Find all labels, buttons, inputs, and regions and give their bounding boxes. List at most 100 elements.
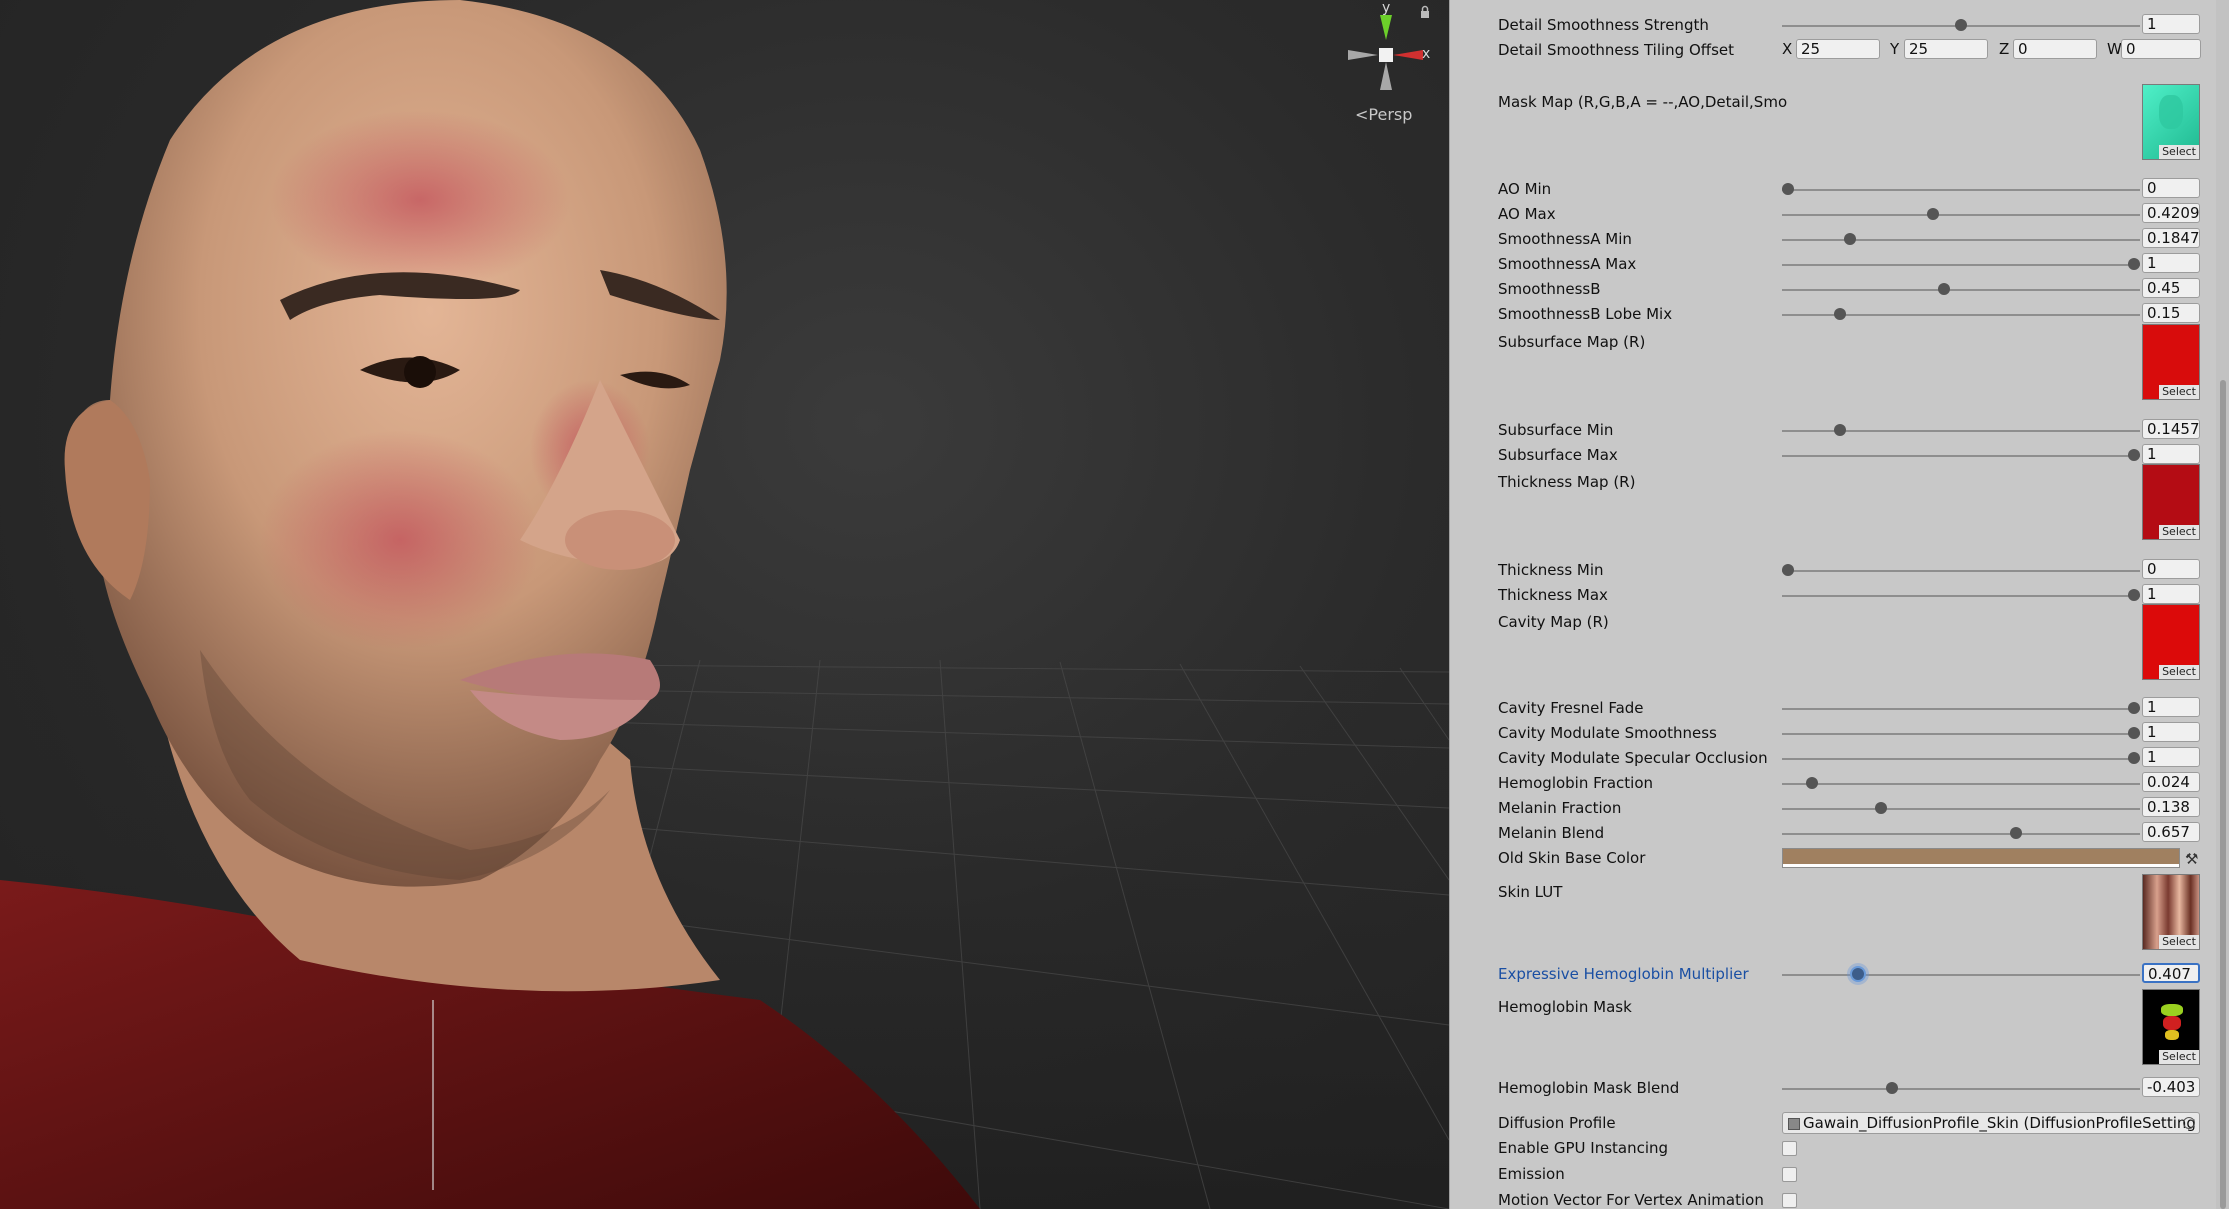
melanin-blend-slider-track[interactable] (1782, 833, 2140, 835)
tiling-w-field[interactable]: 0 (2121, 39, 2201, 59)
melanin-fraction-label: Melanin Fraction (1498, 799, 1622, 817)
smoothnessa-min-slider-track[interactable] (1782, 239, 2140, 241)
thickness-max-slider-handle[interactable] (2128, 589, 2140, 601)
subsurface-min-slider-handle[interactable] (1833, 424, 1846, 436)
thickness-map-texture-slot[interactable]: Select (2142, 464, 2200, 540)
cavity-modulate-specular-occlusion-slider-handle[interactable] (2128, 752, 2140, 764)
hemoglobin-mask-texture-slot[interactable]: Select (2142, 989, 2200, 1065)
subsurface-map-select-button[interactable]: Select (2159, 385, 2199, 399)
ao-min-slider-handle[interactable] (1782, 183, 1794, 195)
eyedropper-icon[interactable]: ⚒ (2185, 850, 2198, 868)
subsurface-max-value-field[interactable]: 1 (2142, 444, 2200, 464)
mask-map-select-button[interactable]: Select (2159, 145, 2199, 159)
expressive-hemoglobin-multiplier-slider-track[interactable] (1782, 974, 2140, 976)
smoothnessb-lobe-mix-value-field[interactable]: 0.15 (2142, 303, 2200, 323)
cavity-fresnel-fade-value-field[interactable]: 1 (2142, 697, 2200, 717)
cavity-modulate-specular-occlusion-value-field[interactable]: 1 (2142, 747, 2200, 767)
projection-toggle[interactable]: <Persp (1355, 105, 1412, 124)
hemoglobin-mask-blend-slider-handle[interactable] (1885, 1082, 1898, 1094)
material-inspector[interactable]: Detail Smoothness Strength 1 Detail Smooth… (1449, 0, 2229, 1209)
thickness-min-slider-track[interactable] (1782, 570, 2140, 572)
character-head-model[interactable] (0, 0, 1449, 1209)
smoothnessa-max-slider-track[interactable] (1782, 264, 2140, 266)
thickness-max-value-field[interactable]: 1 (2142, 584, 2200, 604)
ao-min-slider-track[interactable] (1782, 189, 2140, 191)
smoothnessb-lobe-mix-row: SmoothnessB Lobe Mix 0.15 (1450, 302, 2210, 327)
motion-vector-for-vertex-animation-label: Motion Vector For Vertex Animation (1498, 1191, 1764, 1209)
cavity-modulate-smoothness-slider-track[interactable] (1782, 733, 2140, 735)
ao-max-slider-handle[interactable] (1927, 208, 1940, 220)
melanin-fraction-value-field[interactable]: 0.138 (2142, 797, 2200, 817)
skin-lut-texture-slot[interactable]: Select (2142, 874, 2200, 950)
enable-gpu-instancing-checkbox[interactable] (1782, 1141, 1797, 1156)
thickness-map-select-button[interactable]: Select (2159, 525, 2199, 539)
melanin-blend-value-field[interactable]: 0.657 (2142, 822, 2200, 842)
ao-max-slider-track[interactable] (1782, 214, 2140, 216)
emission-checkbox[interactable] (1782, 1167, 1797, 1182)
motion-vector-for-vertex-animation-checkbox[interactable] (1782, 1193, 1797, 1208)
diffusion-profile-value: Gawain_DiffusionProfile_Skin (DiffusionP… (1803, 1114, 2196, 1132)
cavity-fresnel-fade-slider-handle[interactable] (2128, 702, 2140, 714)
skin-lut-select-button[interactable]: Select (2159, 935, 2199, 949)
projection-label: Persp (1368, 105, 1413, 124)
thickness-max-slider-track[interactable] (1782, 595, 2140, 597)
smoothnessb-slider-track[interactable] (1782, 289, 2140, 291)
detail-smoothness-strength-slider-handle[interactable] (1955, 19, 1967, 31)
smoothnessb-lobe-mix-slider-handle[interactable] (1833, 308, 1846, 320)
smoothnessa-min-slider-handle[interactable] (1844, 233, 1857, 245)
cavity-map-select-button[interactable]: Select (2159, 665, 2199, 679)
cavity-modulate-smoothness-slider-handle[interactable] (2128, 727, 2140, 739)
smoothnessa-max-value-field[interactable]: 1 (2142, 253, 2200, 273)
subsurface-min-value-field[interactable]: 0.14578 (2142, 419, 2200, 439)
cavity-map-row: Cavity Map (R) Select (1450, 604, 2210, 680)
melanin-blend-slider-handle[interactable] (2010, 827, 2023, 839)
hemoglobin-mask-select-button[interactable]: Select (2159, 1050, 2199, 1064)
subsurface-max-slider-handle[interactable] (2128, 449, 2140, 461)
scene-view[interactable]: y x <Persp (0, 0, 1449, 1209)
tiling-y-field[interactable]: 25 (1904, 39, 1988, 59)
subsurface-map-texture-slot[interactable]: Select (2142, 324, 2200, 400)
ao-min-value-field[interactable]: 0 (2142, 178, 2200, 198)
smoothnessa-max-slider-handle[interactable] (2128, 258, 2140, 270)
melanin-blend-row: Melanin Blend 0.657 (1450, 821, 2210, 846)
detail-smoothness-strength-value-field[interactable]: 1 (2142, 14, 2200, 34)
thickness-min-slider-handle[interactable] (1782, 564, 1794, 576)
scrollbar-thumb[interactable] (2220, 380, 2226, 1209)
lock-icon[interactable] (1418, 4, 1432, 18)
cavity-modulate-smoothness-value-field[interactable]: 1 (2142, 722, 2200, 742)
cavity-modulate-specular-occlusion-slider-track[interactable] (1782, 758, 2140, 760)
hemoglobin-fraction-slider-track[interactable] (1782, 783, 2140, 785)
subsurface-map-row: Subsurface Map (R) Select (1450, 324, 2210, 400)
mask-map-texture-slot[interactable]: Select (2142, 84, 2200, 160)
hemoglobin-mask-row: Hemoglobin Mask Select (1450, 989, 2210, 1065)
ao-max-value-field[interactable]: 0.42095 (2142, 203, 2200, 223)
smoothnessb-value-field[interactable]: 0.45 (2142, 278, 2200, 298)
object-picker-icon[interactable] (2183, 1117, 2195, 1129)
tiling-w-label: W (2107, 40, 2122, 58)
hemoglobin-mask-blend-value-field[interactable]: -0.403 (2142, 1077, 2200, 1097)
hemoglobin-fraction-slider-handle[interactable] (1806, 777, 1819, 789)
diffusion-profile-field[interactable]: Gawain_DiffusionProfile_Skin (DiffusionP… (1782, 1112, 2200, 1134)
hemoglobin-mask-blend-row: Hemoglobin Mask Blend -0.403 (1450, 1076, 2210, 1101)
subsurface-max-slider-track[interactable] (1782, 455, 2140, 457)
cavity-fresnel-fade-row: Cavity Fresnel Fade 1 (1450, 696, 2210, 721)
tiling-z-field[interactable]: 0 (2013, 39, 2097, 59)
old-skin-base-color-label: Old Skin Base Color (1498, 849, 1646, 867)
melanin-fraction-slider-handle[interactable] (1875, 802, 1888, 814)
smoothnessa-min-label: SmoothnessA Min (1498, 230, 1632, 248)
cavity-fresnel-fade-slider-track[interactable] (1782, 708, 2140, 710)
hemoglobin-fraction-value-field[interactable]: 0.024 (2142, 772, 2200, 792)
melanin-fraction-slider-track[interactable] (1782, 808, 2140, 810)
smoothnessa-min-value-field[interactable]: 0.18475 (2142, 228, 2200, 248)
tiling-offset-label: Detail Smoothness Tiling Offset (1498, 41, 1735, 59)
hemoglobin-mask-blend-slider-track[interactable] (1782, 1088, 2140, 1090)
expressive-hemoglobin-multiplier-value-field[interactable]: 0.407 (2142, 963, 2200, 983)
cavity-map-texture-slot[interactable]: Select (2142, 604, 2200, 680)
tiling-x-field[interactable]: 25 (1796, 39, 1880, 59)
tiling-z-label: Z (1999, 40, 2010, 58)
thickness-min-value-field[interactable]: 0 (2142, 559, 2200, 579)
tiling-offset-row: Detail Smoothness Tiling Offset X 25 Y 25 Z 0 W… (1450, 38, 2210, 63)
expressive-hemoglobin-multiplier-slider-handle[interactable] (1850, 966, 1867, 982)
old-skin-base-color-swatch[interactable] (1782, 848, 2180, 868)
smoothnessb-slider-handle[interactable] (1937, 283, 1950, 295)
